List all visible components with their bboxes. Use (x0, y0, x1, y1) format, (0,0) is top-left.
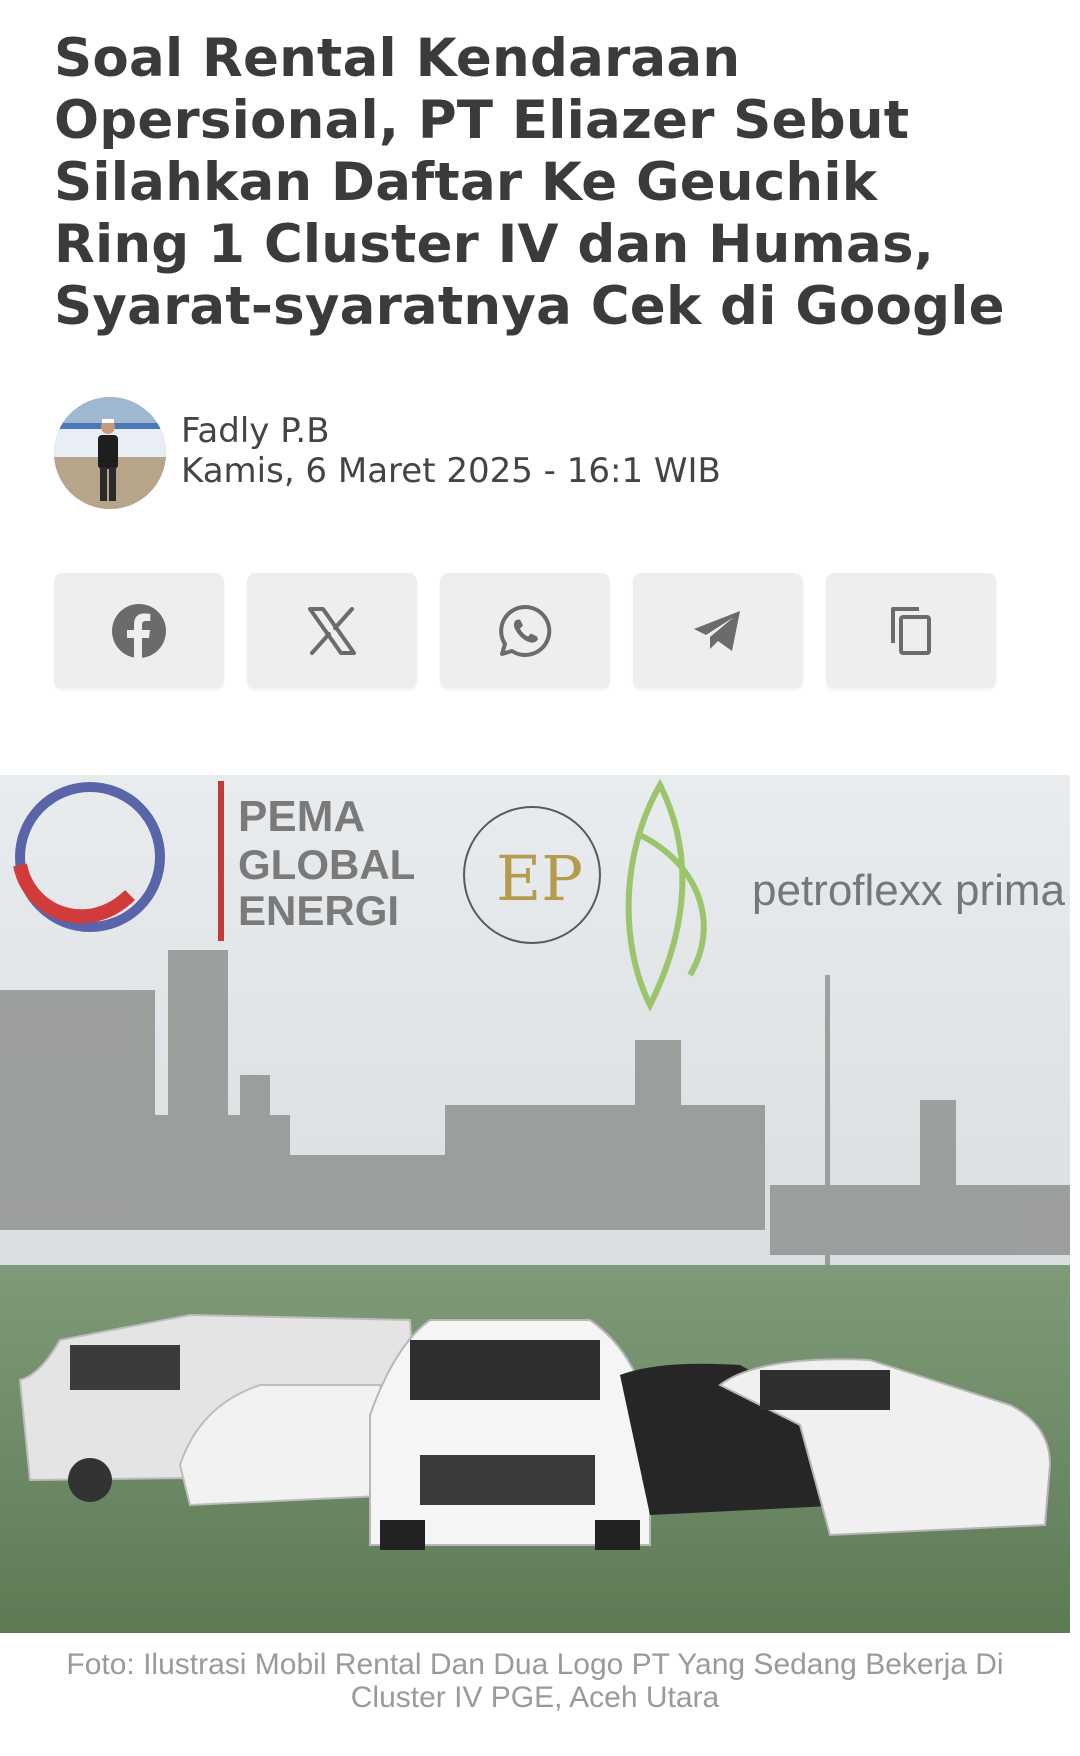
author-name[interactable]: Fadly P.B (181, 411, 330, 451)
x-icon (308, 606, 356, 655)
ep-logo-text: EP (496, 842, 583, 915)
share-x-button[interactable] (247, 573, 417, 688)
telegram-icon (694, 610, 740, 651)
pema-logo-line1: PEMA (238, 792, 365, 841)
share-whatsapp-button[interactable] (440, 573, 610, 688)
share-facebook-button[interactable] (54, 573, 224, 688)
article-title: Soal Rental Kendaraan Opersional, PT Eli… (54, 28, 1005, 337)
whatsapp-icon (499, 604, 552, 657)
image-caption: Foto: Ilustrasi Mobil Rental Dan Dua Log… (66, 1648, 1004, 1714)
pema-logo-line3: ENERGI (238, 887, 399, 934)
pema-logo-line2: GLOBAL (238, 841, 415, 888)
copy-link-button[interactable] (826, 573, 996, 688)
article-hero-image: PEMA GLOBAL ENERGI EP petroflexx prima d… (0, 775, 1070, 1633)
rental-cars-power-plant-illustration: PEMA GLOBAL ENERGI EP petroflexx prima d… (0, 775, 1070, 1633)
author-avatar[interactable] (54, 397, 166, 509)
publish-date: Kamis, 6 Maret 2025 - 16:1 WIB (181, 451, 721, 491)
facebook-icon (112, 603, 166, 659)
share-telegram-button[interactable] (633, 573, 803, 688)
author-byline: Fadly P.B Kamis, 6 Maret 2025 - 16:1 WIB (54, 397, 954, 509)
petroflexx-logo-text: petroflexx prima daya (752, 866, 1070, 915)
share-bar (54, 573, 1014, 688)
copy-icon (891, 606, 931, 655)
